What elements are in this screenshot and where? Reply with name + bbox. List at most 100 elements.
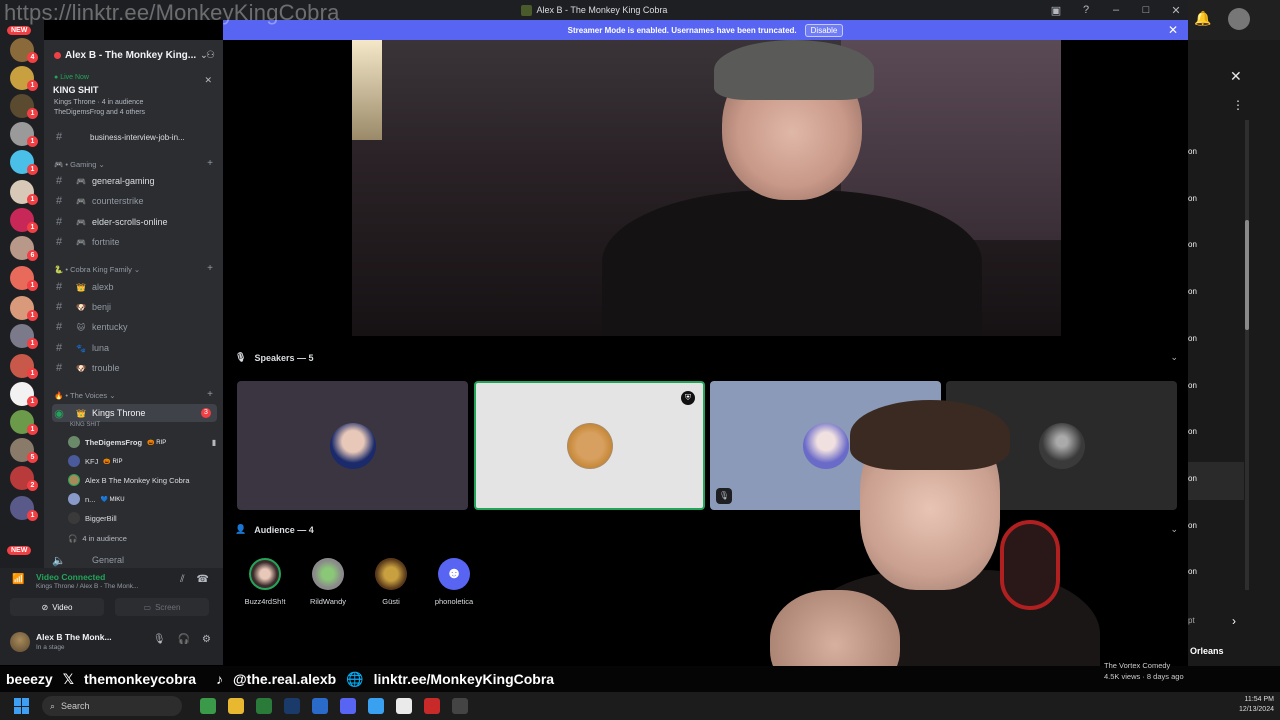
app-icon[interactable]: [256, 698, 272, 714]
audience-count[interactable]: 🎧 4 in audience: [68, 530, 127, 546]
disconnect-icon[interactable]: ☎: [197, 574, 209, 585]
close-icon[interactable]: ✕: [1230, 68, 1242, 85]
list-item[interactable]: on: [1188, 381, 1197, 390]
category-cobra-king-family[interactable]: 🐍 • Cobra King Family ⌄: [54, 265, 140, 274]
channel-trouble[interactable]: # 🐶 trouble: [52, 359, 217, 377]
scrollbar-thumb[interactable]: [1245, 220, 1249, 330]
close-icon[interactable]: ✕: [204, 75, 212, 86]
app-icon[interactable]: [452, 698, 468, 714]
audience-member[interactable]: RildWandy: [298, 558, 358, 606]
mention-badge: 1: [27, 396, 38, 407]
twitch-handle: beeezy: [6, 671, 53, 687]
live-now-card[interactable]: ● Live Now KING SHIT Kings Throne · 4 in…: [48, 74, 220, 138]
edge-icon[interactable]: [312, 698, 328, 714]
channel-counterstrike[interactable]: # 🎮 counterstrike: [52, 192, 217, 210]
voice-status[interactable]: Video Connected: [36, 572, 105, 582]
hash-icon: #: [55, 321, 63, 333]
help-icon[interactable]: ?: [1080, 4, 1092, 16]
gear-icon[interactable]: ⚙: [202, 634, 211, 645]
list-item[interactable]: on: [1188, 521, 1197, 530]
chrome-icon[interactable]: [200, 698, 216, 714]
app-icon[interactable]: [368, 698, 384, 714]
list-item[interactable]: on: [1188, 567, 1197, 576]
user-name[interactable]: Alex B The Monk...: [36, 632, 112, 642]
chevron-right-icon[interactable]: ›: [1232, 614, 1236, 628]
channel-general-voice[interactable]: 🔈 General: [52, 551, 217, 569]
channel-fortnite[interactable]: # 🎮 fortnite: [52, 233, 217, 251]
camera-off-icon: ⊘: [41, 602, 49, 612]
stage-member[interactable]: n... 💙 MIKU: [68, 491, 125, 507]
channel-label: general-gaming: [92, 176, 155, 186]
hash-icon: #: [55, 281, 63, 293]
screen-share-button[interactable]: ▭ Screen: [115, 598, 209, 616]
mention-badge: 1: [27, 280, 38, 291]
app-icon[interactable]: [424, 698, 440, 714]
voice-location[interactable]: Kings Throne / Alex B - The Monk...: [36, 583, 138, 590]
bell-icon[interactable]: 🔔: [1194, 10, 1211, 27]
channel-label: business-interview-job-in...: [90, 132, 185, 142]
list-item[interactable]: on: [1188, 427, 1197, 436]
channel-general-gaming[interactable]: # 🎮 general-gaming: [52, 172, 217, 190]
list-item[interactable]: on: [1188, 147, 1197, 156]
taskbar-search[interactable]: ⌕ Search: [42, 696, 182, 716]
stage-member[interactable]: KFJ 🎃 RIP: [68, 453, 123, 469]
windows-start-icon[interactable]: [14, 698, 30, 714]
focused-video[interactable]: [352, 40, 1061, 336]
stage-member[interactable]: Alex B The Monkey King Cobra: [68, 472, 190, 488]
add-channel-icon[interactable]: +: [207, 389, 213, 400]
speaker-tile-active[interactable]: ⛨: [474, 381, 705, 510]
list-item[interactable]: on: [1188, 334, 1197, 343]
list-item[interactable]: on: [1188, 287, 1197, 296]
add-channel-icon[interactable]: +: [207, 158, 213, 169]
channel-kentucky[interactable]: # 🐱 kentucky: [52, 318, 217, 336]
audience-member[interactable]: Buzz4rdSh!t: [235, 558, 295, 606]
add-channel-icon[interactable]: +: [207, 263, 213, 274]
side-browser-panel: 🔔 ✕ ⋮ on on on on on on on on on on pt ›: [1188, 0, 1280, 690]
stage-member[interactable]: BiggerBill: [68, 510, 117, 526]
scrollbar[interactable]: [1245, 120, 1249, 590]
audience-member[interactable]: Güsti: [361, 558, 421, 606]
channel-benji[interactable]: # 🐶 benji: [52, 298, 217, 316]
noise-suppression-icon[interactable]: ⫽: [180, 574, 184, 585]
folder-icon[interactable]: [228, 698, 244, 714]
member-name: BiggerBill: [85, 513, 117, 523]
maximize-button[interactable]: □: [1140, 4, 1152, 16]
discord-icon[interactable]: [340, 698, 356, 714]
channel-label: Kings Throne: [92, 408, 146, 418]
channel-elder-scrolls-online[interactable]: # 🎮 elder-scrolls-online: [52, 213, 217, 231]
speaker-tile[interactable]: [237, 381, 468, 510]
disable-streamer-mode-button[interactable]: Disable: [804, 23, 844, 37]
channel-kings-throne[interactable]: ◉ 👑 Kings Throne 3: [52, 404, 217, 422]
list-item[interactable]: pt: [1188, 616, 1195, 625]
list-item[interactable]: on: [1188, 194, 1197, 203]
close-icon[interactable]: ✕: [1168, 23, 1178, 37]
mic-icon[interactable]: 🎙: [153, 634, 166, 645]
headphones-icon[interactable]: 🎧: [178, 634, 190, 645]
stage-icon: ◉: [54, 407, 64, 420]
taskbar-clock[interactable]: 11:54 PM 12/13/2024: [1239, 695, 1274, 715]
server-header[interactable]: Alex B - The Monkey King... ⌄ ⚇: [44, 40, 223, 70]
category-gaming[interactable]: 🎮 • Gaming ⌄: [54, 160, 105, 169]
video-button[interactable]: ⊘ Video: [10, 598, 104, 616]
chevron-down-icon[interactable]: ⌄: [1170, 524, 1178, 535]
list-item[interactable]: on: [1188, 474, 1197, 483]
add-member-icon[interactable]: ⚇: [206, 50, 215, 61]
steam-icon[interactable]: [284, 698, 300, 714]
more-icon[interactable]: ⋮: [1232, 98, 1244, 112]
obs-icon[interactable]: [396, 698, 412, 714]
list-item[interactable]: on: [1188, 240, 1197, 249]
inbox-icon[interactable]: ▣: [1050, 4, 1062, 17]
close-window-button[interactable]: ✕: [1170, 4, 1182, 17]
voice-connection-panel: 📶 Video Connected Kings Throne / Alex B …: [0, 568, 223, 665]
controller-icon: 🎮: [76, 196, 86, 206]
stage-member[interactable]: TheDigemsFrog 🎃 RIP ▮: [68, 434, 216, 450]
channel-item-cut[interactable]: # business-interview-job-in...: [52, 131, 217, 143]
channel-alexb[interactable]: # 👑 alexb: [52, 278, 217, 296]
audience-member[interactable]: ☻ phonoletica: [424, 558, 484, 606]
category-the-voices[interactable]: 🔥 • The Voices ⌄: [54, 391, 115, 400]
minimize-button[interactable]: –: [1110, 4, 1122, 16]
channel-luna[interactable]: # 🐾 luna: [52, 339, 217, 357]
chevron-down-icon[interactable]: ⌄: [1170, 352, 1178, 363]
avatar[interactable]: [10, 632, 30, 652]
avatar[interactable]: [1228, 8, 1250, 30]
